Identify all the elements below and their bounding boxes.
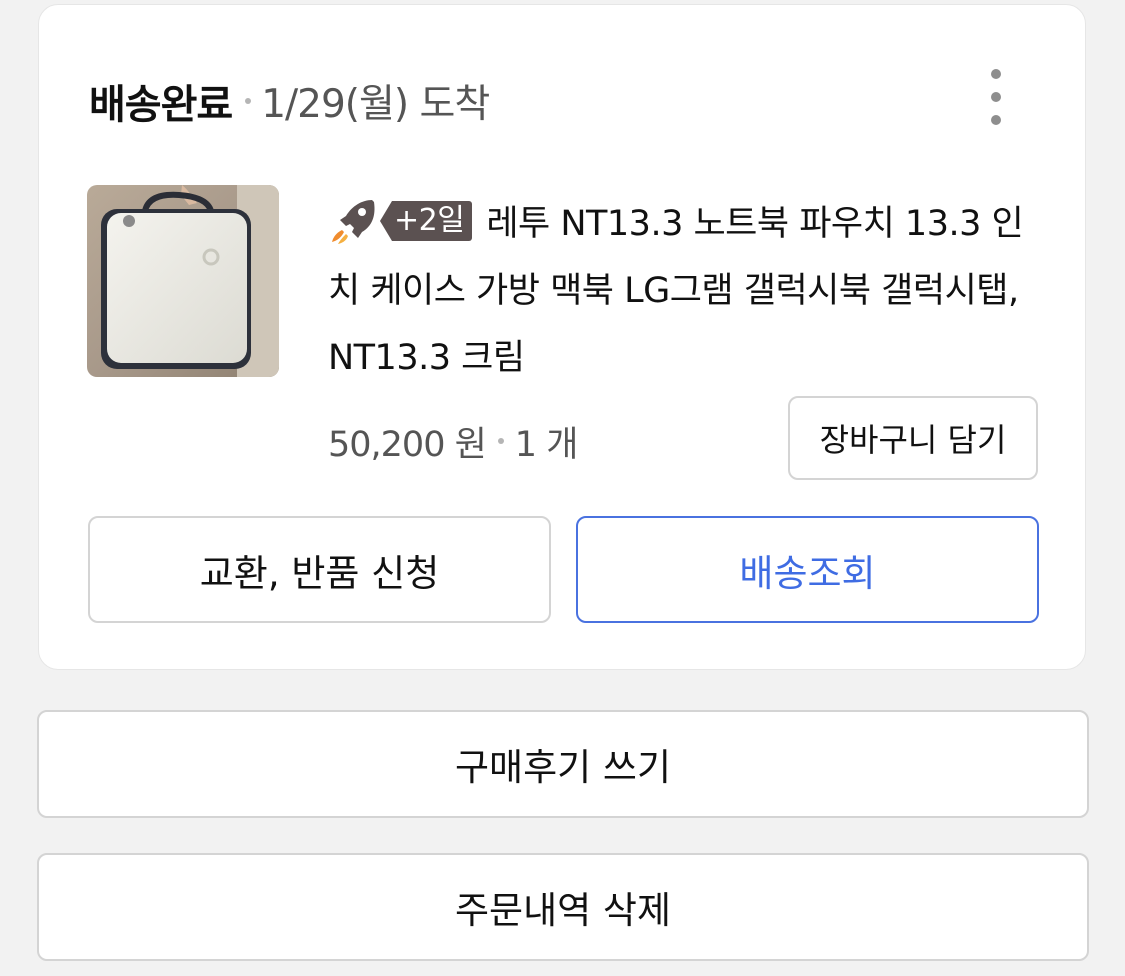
rocket-icon bbox=[328, 196, 378, 246]
delivery-status: 배송완료 bbox=[89, 82, 233, 128]
write-review-button[interactable]: 구매후기 쓰기 bbox=[37, 710, 1089, 818]
more-vertical-icon bbox=[991, 69, 1001, 79]
price-row: 50,200 원 1 개 bbox=[328, 417, 579, 465]
separator-dot bbox=[497, 438, 504, 444]
laptop-pouch-image bbox=[87, 185, 279, 377]
more-options-button[interactable] bbox=[981, 69, 1011, 125]
product-thumbnail[interactable] bbox=[87, 185, 279, 377]
exchange-return-button[interactable]: 교환, 반품 신청 bbox=[88, 516, 551, 623]
product-title-block[interactable]: +2일 레투 NT13.3 노트북 파우치 13.3 인치 케이스 가방 맥북 L… bbox=[328, 191, 1048, 392]
add-to-cart-button[interactable]: 장바구니 담기 bbox=[788, 396, 1038, 480]
delete-order-button[interactable]: 주문내역 삭제 bbox=[37, 853, 1089, 961]
track-delivery-button[interactable]: 배송조회 bbox=[576, 516, 1039, 623]
product-quantity: 1 개 bbox=[514, 424, 579, 465]
product-price: 50,200 원 bbox=[328, 424, 487, 465]
order-status-row: 배송완료 1/29(월) 도착 bbox=[89, 75, 490, 128]
delivery-badge: +2일 bbox=[380, 201, 473, 241]
separator-dot bbox=[245, 98, 252, 104]
arrival-date: 1/29(월) 도착 bbox=[261, 82, 490, 127]
order-card: 배송완료 1/29(월) 도착 +2일 레투 NT13.3 노트북 파우치 13… bbox=[38, 4, 1086, 670]
